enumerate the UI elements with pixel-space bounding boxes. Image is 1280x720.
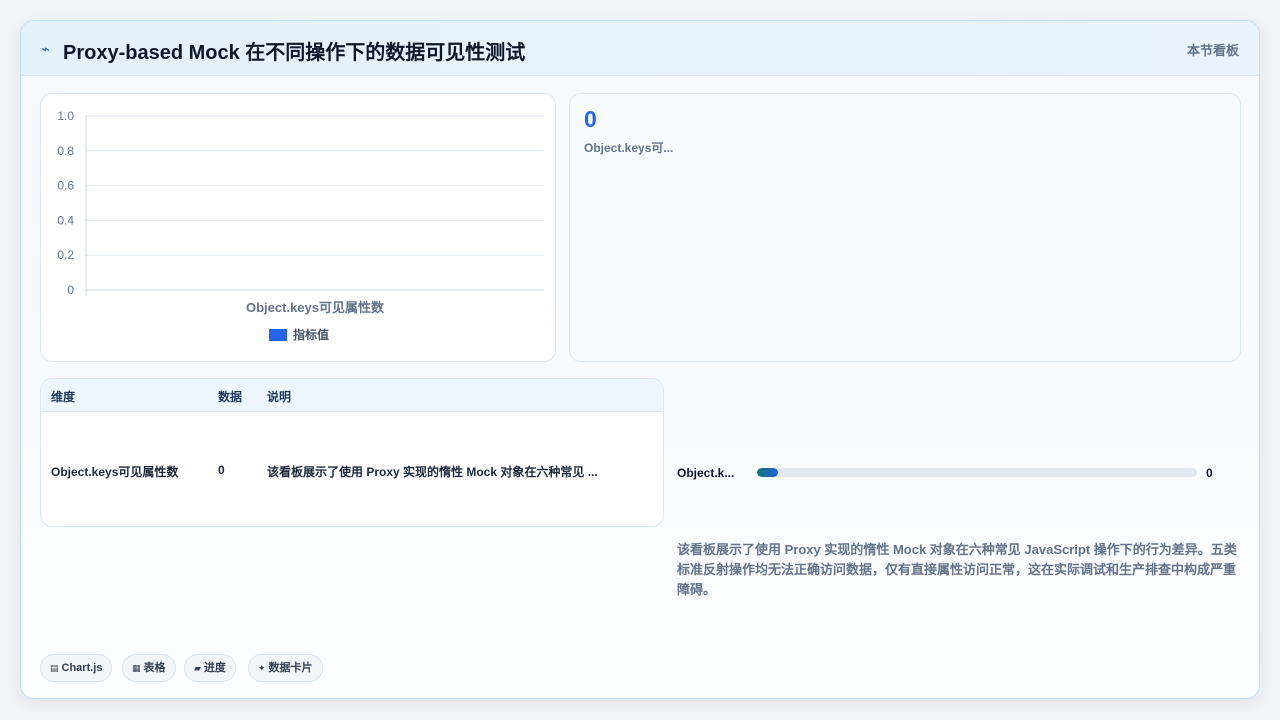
tag-label: Chart.js [61,662,103,674]
x-tick-label: Object.keys可见属性数 [246,300,385,315]
tag-data-card[interactable]: ✦ 数据卡片 [248,654,323,682]
table-cell-dimension: Object.keys可见属性数 [51,465,179,479]
spark-icon: ✦ [258,663,266,673]
description-text: 该看板展示了使用 Proxy 实现的惰性 Mock 对象在六种常见 JavaSc… [677,542,1237,597]
pulse-icon: ⌁ [41,41,51,58]
tag-progress[interactable]: ▰ 进度 [184,654,236,682]
page-title: Proxy-based Mock 在不同操作下的数据可见性测试 [63,42,526,64]
chart-icon: ▤ [50,663,59,673]
progress-track [757,468,1197,477]
column-header-data: 数据 [218,390,243,404]
y-tick-label: 0.6 [57,179,74,193]
legend-swatch [269,329,287,341]
tag-label: 进度 [203,662,226,674]
data-table: 维度 数据 说明 Object.keys可见属性数 0 该看板展示了使用 Pro… [40,378,664,527]
column-header-dimension: 维度 [51,390,76,404]
legend-label: 指标值 [293,327,329,342]
stat-value: 0 [584,106,597,132]
bar-chart: 1.0 0.8 0.6 0.4 0.2 0 Object.keys可见属性数指标值 [57,109,544,342]
chart-card: 1.0 0.8 0.6 0.4 0.2 0 Object.keys可见属性数指标值 [40,93,556,362]
tag-label: 表格 [143,662,166,674]
column-header-description: 说明 [267,390,292,404]
section-board-link[interactable]: 本节看板 [1187,40,1239,59]
table-icon: ▦ [132,663,141,673]
progress-icon: ▰ [194,663,201,673]
progress-fill [757,468,778,477]
panel-header: ⌁ Proxy-based Mock 在不同操作下的数据可见性测试 本节看板 [21,21,1259,76]
tag-label: 数据卡片 [268,662,313,674]
y-tick-label: 0.8 [57,144,74,158]
stat-card: 0 Object.keys可... [569,93,1241,362]
table-cell-description: 该看板展示了使用 Proxy 实现的惰性 Mock 对象在六种常见 ... [267,465,598,479]
tag-table[interactable]: ▦ 表格 [122,654,176,682]
dashboard-panel: ⌁ Proxy-based Mock 在不同操作下的数据可见性测试 本节看板 1… [20,20,1260,699]
progress-label: Object.k... [677,466,735,480]
tag-chartjs[interactable]: ▤ Chart.js [40,654,113,682]
y-tick-label: 0.4 [57,213,74,227]
y-tick-label: 0 [67,283,74,297]
table-header: 维度 数据 说明 [41,379,663,412]
stat-label: Object.keys可... [584,141,674,155]
progress-value: 0 [1206,466,1213,480]
y-tick-label: 1.0 [57,109,74,123]
table-cell-data: 0 [218,463,225,477]
y-tick-label: 0.2 [57,248,74,262]
